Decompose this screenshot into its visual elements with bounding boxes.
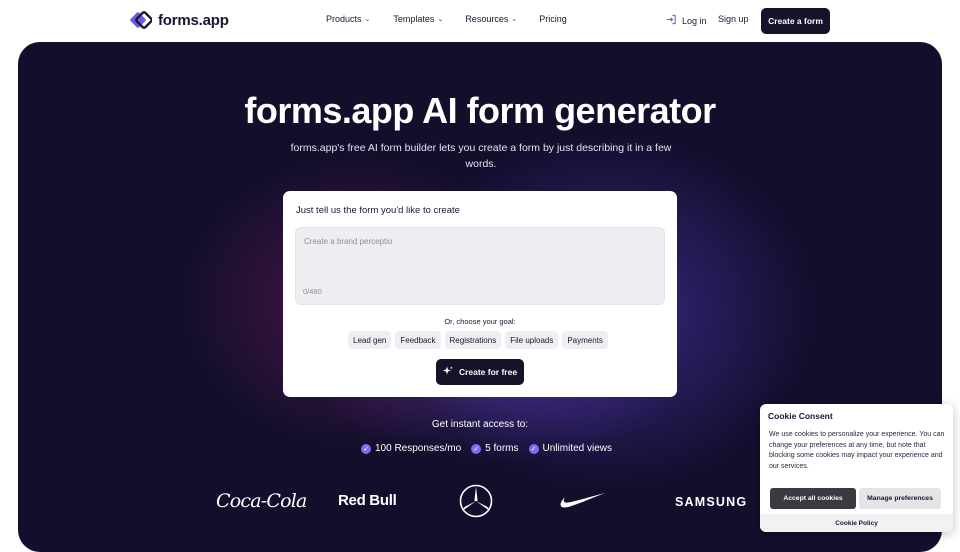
chevron-down-icon: ⌄ — [437, 16, 444, 23]
perk-label: Unlimited views — [542, 443, 612, 454]
menu-resources-label: Resources — [465, 14, 509, 24]
login-label: Log in — [682, 15, 707, 26]
brand-name: forms.app — [158, 11, 229, 29]
mercedes-logo-icon — [459, 484, 493, 518]
check-badge-icon: ✓ — [361, 443, 371, 454]
perk-label: 5 forms — [485, 443, 519, 454]
prompt-label: Just tell us the form you'd like to crea… — [296, 205, 460, 216]
main-menu: Products ⌄ Templates ⌄ Resources ⌄ Prici… — [326, 14, 567, 24]
menu-products[interactable]: Products ⌄ — [326, 14, 370, 24]
prompt-text: Create a brand perceptio — [304, 237, 393, 246]
create-for-free-button[interactable]: Create for free — [436, 359, 524, 385]
goal-chip-feedback[interactable]: Feedback — [395, 331, 441, 349]
goal-chip-lead-gen[interactable]: Lead gen — [348, 331, 392, 349]
menu-pricing[interactable]: Pricing — [539, 14, 567, 24]
top-nav: forms.app Products ⌄ Templates ⌄ Resourc… — [0, 0, 960, 42]
sparkle-icon — [442, 366, 453, 378]
goal-chip-file-uploads[interactable]: File uploads — [505, 331, 559, 349]
perks-list: ✓ 100 Responses/mo ✓ 5 forms ✓ Unlimited… — [361, 443, 612, 454]
create-form-button[interactable]: Create a form — [761, 8, 830, 34]
menu-templates[interactable]: Templates ⌄ — [393, 14, 443, 24]
forms-app-logo-icon — [130, 9, 153, 31]
cookie-title: Cookie Consent — [768, 411, 833, 421]
menu-pricing-label: Pricing — [539, 14, 567, 24]
goal-label: Or, choose your goal: — [444, 317, 516, 326]
goal-chip-registrations[interactable]: Registrations — [444, 331, 502, 349]
chevron-down-icon: ⌄ — [511, 16, 518, 23]
prompt-textarea[interactable]: Create a brand perceptio 0/480 — [295, 227, 665, 305]
samsung-logo: SAMSUNG — [675, 495, 748, 509]
nike-swoosh-icon — [558, 490, 606, 512]
brand-logo[interactable]: forms.app — [130, 9, 229, 31]
coca-cola-logo: Coca-Cola — [216, 490, 307, 512]
cookie-consent-dialog: Cookie Consent We use cookies to persona… — [760, 404, 953, 532]
login-icon — [666, 14, 677, 27]
ai-generator-card: Just tell us the form you'd like to crea… — [283, 191, 677, 397]
goal-chips: Lead gen Feedback Registrations File upl… — [348, 331, 608, 349]
page-subtitle: forms.app's free AI form builder lets yo… — [290, 142, 672, 170]
login-link[interactable]: Log in — [666, 14, 707, 27]
menu-templates-label: Templates — [393, 14, 435, 24]
perk-item: ✓ Unlimited views — [528, 443, 612, 454]
cookie-message: We use cookies to personalize your exper… — [769, 431, 945, 470]
perk-item: ✓ 5 forms — [471, 443, 519, 454]
char-counter: 0/480 — [303, 287, 322, 296]
menu-products-label: Products — [326, 14, 362, 24]
check-badge-icon: ✓ — [471, 443, 482, 454]
chevron-down-icon: ⌄ — [364, 16, 371, 23]
red-bull-logo: Red Bull — [338, 492, 397, 509]
perk-item: ✓ 100 Responses/mo — [361, 443, 461, 454]
cookie-policy-link[interactable]: Cookie Policy — [760, 520, 953, 527]
manage-preferences-button[interactable]: Manage preferences — [859, 488, 941, 509]
menu-resources[interactable]: Resources ⌄ — [465, 14, 517, 24]
check-badge-icon: ✓ — [528, 443, 539, 454]
create-for-free-label: Create for free — [458, 367, 518, 377]
accept-all-cookies-button[interactable]: Accept all cookies — [770, 488, 856, 509]
signup-link[interactable]: Sign up — [718, 14, 749, 24]
perk-label: 100 Responses/mo — [375, 443, 462, 454]
page-title: forms.app AI form generator — [244, 90, 716, 131]
goal-chip-payments[interactable]: Payments — [562, 331, 608, 349]
